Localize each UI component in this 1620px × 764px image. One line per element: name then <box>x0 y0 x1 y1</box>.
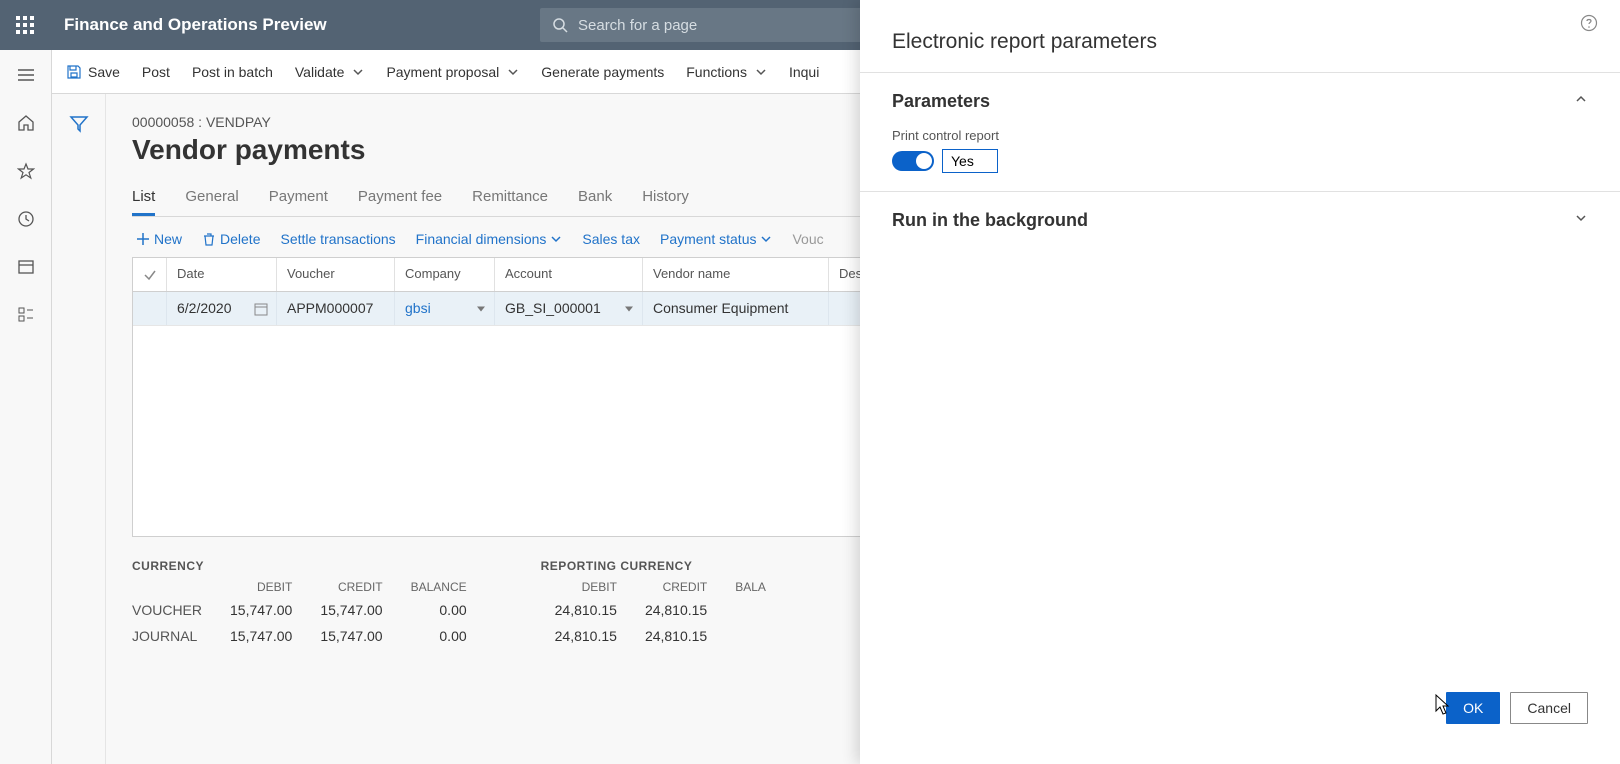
print-control-label: Print control report <box>892 128 1588 143</box>
tab-remittance[interactable]: Remittance <box>472 180 548 216</box>
cell-company[interactable]: gbsi <box>395 292 495 325</box>
new-button[interactable]: New <box>136 231 182 247</box>
parameters-section-toggle[interactable]: Parameters <box>892 91 1588 112</box>
row-checkbox[interactable] <box>133 292 167 325</box>
calendar-icon <box>254 302 268 316</box>
print-control-toggle[interactable] <box>892 151 934 171</box>
search-icon <box>552 17 568 33</box>
validate-button[interactable]: Validate <box>295 64 365 80</box>
plus-icon <box>136 232 150 246</box>
currency-totals-table: DEBITCREDITBALANCE VOUCHER15,747.0015,74… <box>132 577 481 649</box>
modules-icon[interactable] <box>15 304 37 326</box>
recent-icon[interactable] <box>15 208 37 230</box>
tab-payment[interactable]: Payment <box>269 180 328 216</box>
save-button[interactable]: Save <box>66 64 120 80</box>
chevron-down-icon <box>352 66 364 78</box>
chevron-down-icon <box>550 233 562 245</box>
chevron-down-icon <box>507 66 519 78</box>
reporting-totals-table: DEBITCREDITBALA 24,810.1524,810.15 24,81… <box>541 577 780 649</box>
trash-icon <box>202 232 216 246</box>
cell-account[interactable]: GB_SI_000001 <box>495 292 643 325</box>
chevron-down-icon <box>755 66 767 78</box>
post-batch-button[interactable]: Post in batch <box>192 64 273 80</box>
post-button[interactable]: Post <box>142 64 170 80</box>
help-icon[interactable] <box>1580 14 1598 37</box>
payment-status-button[interactable]: Payment status <box>660 231 773 247</box>
workspaces-icon[interactable] <box>15 256 37 278</box>
run-bg-section-toggle[interactable]: Run in the background <box>892 210 1588 231</box>
currency-title: CURRENCY <box>132 559 481 573</box>
voucher-button[interactable]: Vouc <box>792 231 823 247</box>
tab-list[interactable]: List <box>132 180 155 216</box>
home-icon[interactable] <box>15 112 37 134</box>
fin-dims-button[interactable]: Financial dimensions <box>416 231 563 247</box>
functions-button[interactable]: Functions <box>686 64 767 80</box>
inquiries-button[interactable]: Inqui <box>789 64 819 80</box>
tab-history[interactable]: History <box>642 180 689 216</box>
reporting-title: REPORTING CURRENCY <box>541 559 780 573</box>
print-control-value[interactable]: Yes <box>942 149 998 173</box>
nav-collapse-icon[interactable] <box>15 64 37 86</box>
report-parameters-panel: Electronic report parameters Parameters … <box>860 0 1620 764</box>
col-header-account[interactable]: Account <box>495 258 643 291</box>
check-icon <box>143 268 156 282</box>
sales-tax-button[interactable]: Sales tax <box>582 231 640 247</box>
chevron-down-icon <box>760 233 772 245</box>
cell-vendor[interactable]: Consumer Equipment <box>643 292 829 325</box>
col-header-date[interactable]: Date <box>167 258 277 291</box>
panel-title: Electronic report parameters <box>860 0 1620 72</box>
col-header-vendor[interactable]: Vendor name <box>643 258 829 291</box>
tab-general[interactable]: General <box>185 180 238 216</box>
generate-payments-button[interactable]: Generate payments <box>541 64 664 80</box>
select-all-checkbox[interactable] <box>133 258 167 291</box>
tab-bank[interactable]: Bank <box>578 180 612 216</box>
waffle-icon <box>16 16 34 34</box>
run-bg-section-title: Run in the background <box>892 210 1088 231</box>
chevron-down-icon <box>1574 211 1588 230</box>
search-placeholder: Search for a page <box>578 17 697 34</box>
filter-icon[interactable] <box>69 114 89 764</box>
cell-date[interactable]: 6/2/2020 <box>167 292 277 325</box>
cell-voucher[interactable]: APPM000007 <box>277 292 395 325</box>
col-header-voucher[interactable]: Voucher <box>277 258 395 291</box>
parameters-section-title: Parameters <box>892 91 990 112</box>
col-header-company[interactable]: Company <box>395 258 495 291</box>
delete-button[interactable]: Delete <box>202 231 260 247</box>
tab-payment-fee[interactable]: Payment fee <box>358 180 442 216</box>
save-label: Save <box>88 64 120 80</box>
favorites-icon[interactable] <box>15 160 37 182</box>
app-title: Finance and Operations Preview <box>64 15 327 35</box>
chevron-up-icon <box>1574 92 1588 111</box>
cancel-button[interactable]: Cancel <box>1510 692 1588 724</box>
save-icon <box>66 64 82 80</box>
search-box[interactable]: Search for a page <box>540 8 865 42</box>
payment-proposal-button[interactable]: Payment proposal <box>386 64 519 80</box>
settle-button[interactable]: Settle transactions <box>280 231 395 247</box>
ok-button[interactable]: OK <box>1446 692 1500 724</box>
app-launcher[interactable] <box>0 0 50 50</box>
